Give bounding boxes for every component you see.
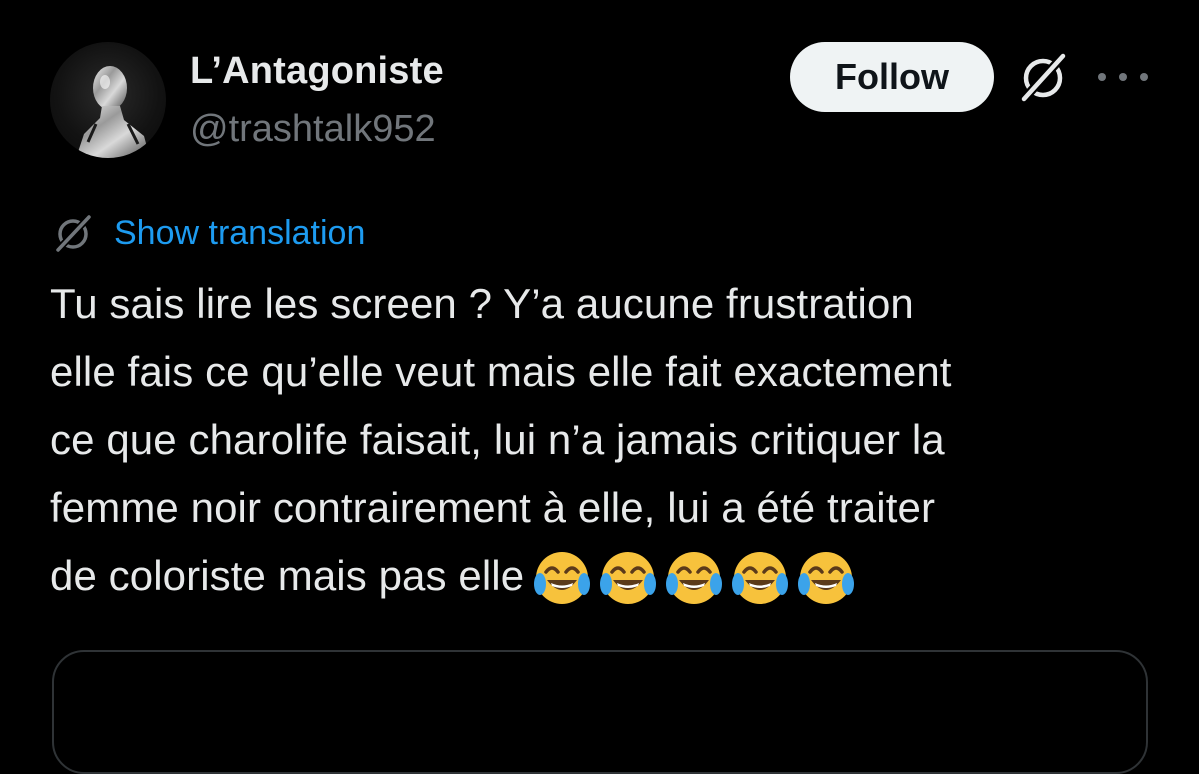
- tweet-text: Tu sais lire les screen ? Y’a aucune fru…: [50, 270, 1160, 613]
- tweet-line: de coloriste mais pas elle: [50, 552, 525, 599]
- more-dots-icon[interactable]: [1098, 62, 1148, 92]
- tweet: L’Antagoniste @trashtalk952 Follow Show …: [0, 0, 1199, 774]
- display-name[interactable]: L’Antagoniste: [190, 50, 444, 93]
- dot: [1119, 73, 1127, 81]
- tears-of-joy-emoji-icon: [798, 551, 855, 604]
- grok-icon: [53, 213, 93, 255]
- dot: [1140, 73, 1148, 81]
- tears-of-joy-emoji-icon: [666, 551, 723, 604]
- grok-icon[interactable]: [1016, 49, 1072, 105]
- tears-of-joy-emoji-icon: [600, 551, 657, 604]
- tweet-line: Tu sais lire les screen ? Y’a aucune fru…: [50, 280, 914, 327]
- tears-of-joy-emoji-icon: [732, 551, 789, 604]
- tweet-line: femme noir contrairement à elle, lui a é…: [50, 484, 936, 531]
- follow-button[interactable]: Follow: [790, 42, 994, 112]
- avatar[interactable]: [50, 42, 166, 158]
- show-translation-label: Show translation: [114, 213, 366, 252]
- tweet-last-line: de coloriste mais pas elle: [50, 542, 1160, 613]
- emoji-row: [532, 545, 862, 613]
- user-handle[interactable]: @trashtalk952: [190, 108, 436, 151]
- dot: [1098, 73, 1106, 81]
- tweet-line: elle fais ce qu’elle veut mais elle fait…: [50, 348, 952, 395]
- avatar-silver-figure-icon: [76, 66, 150, 158]
- show-translation-link[interactable]: Show translation: [52, 208, 365, 258]
- tears-of-joy-emoji-icon: [534, 551, 591, 604]
- quoted-tweet-card[interactable]: [52, 650, 1148, 774]
- tweet-line: ce que charolife faisait, lui n’a jamais…: [50, 416, 945, 463]
